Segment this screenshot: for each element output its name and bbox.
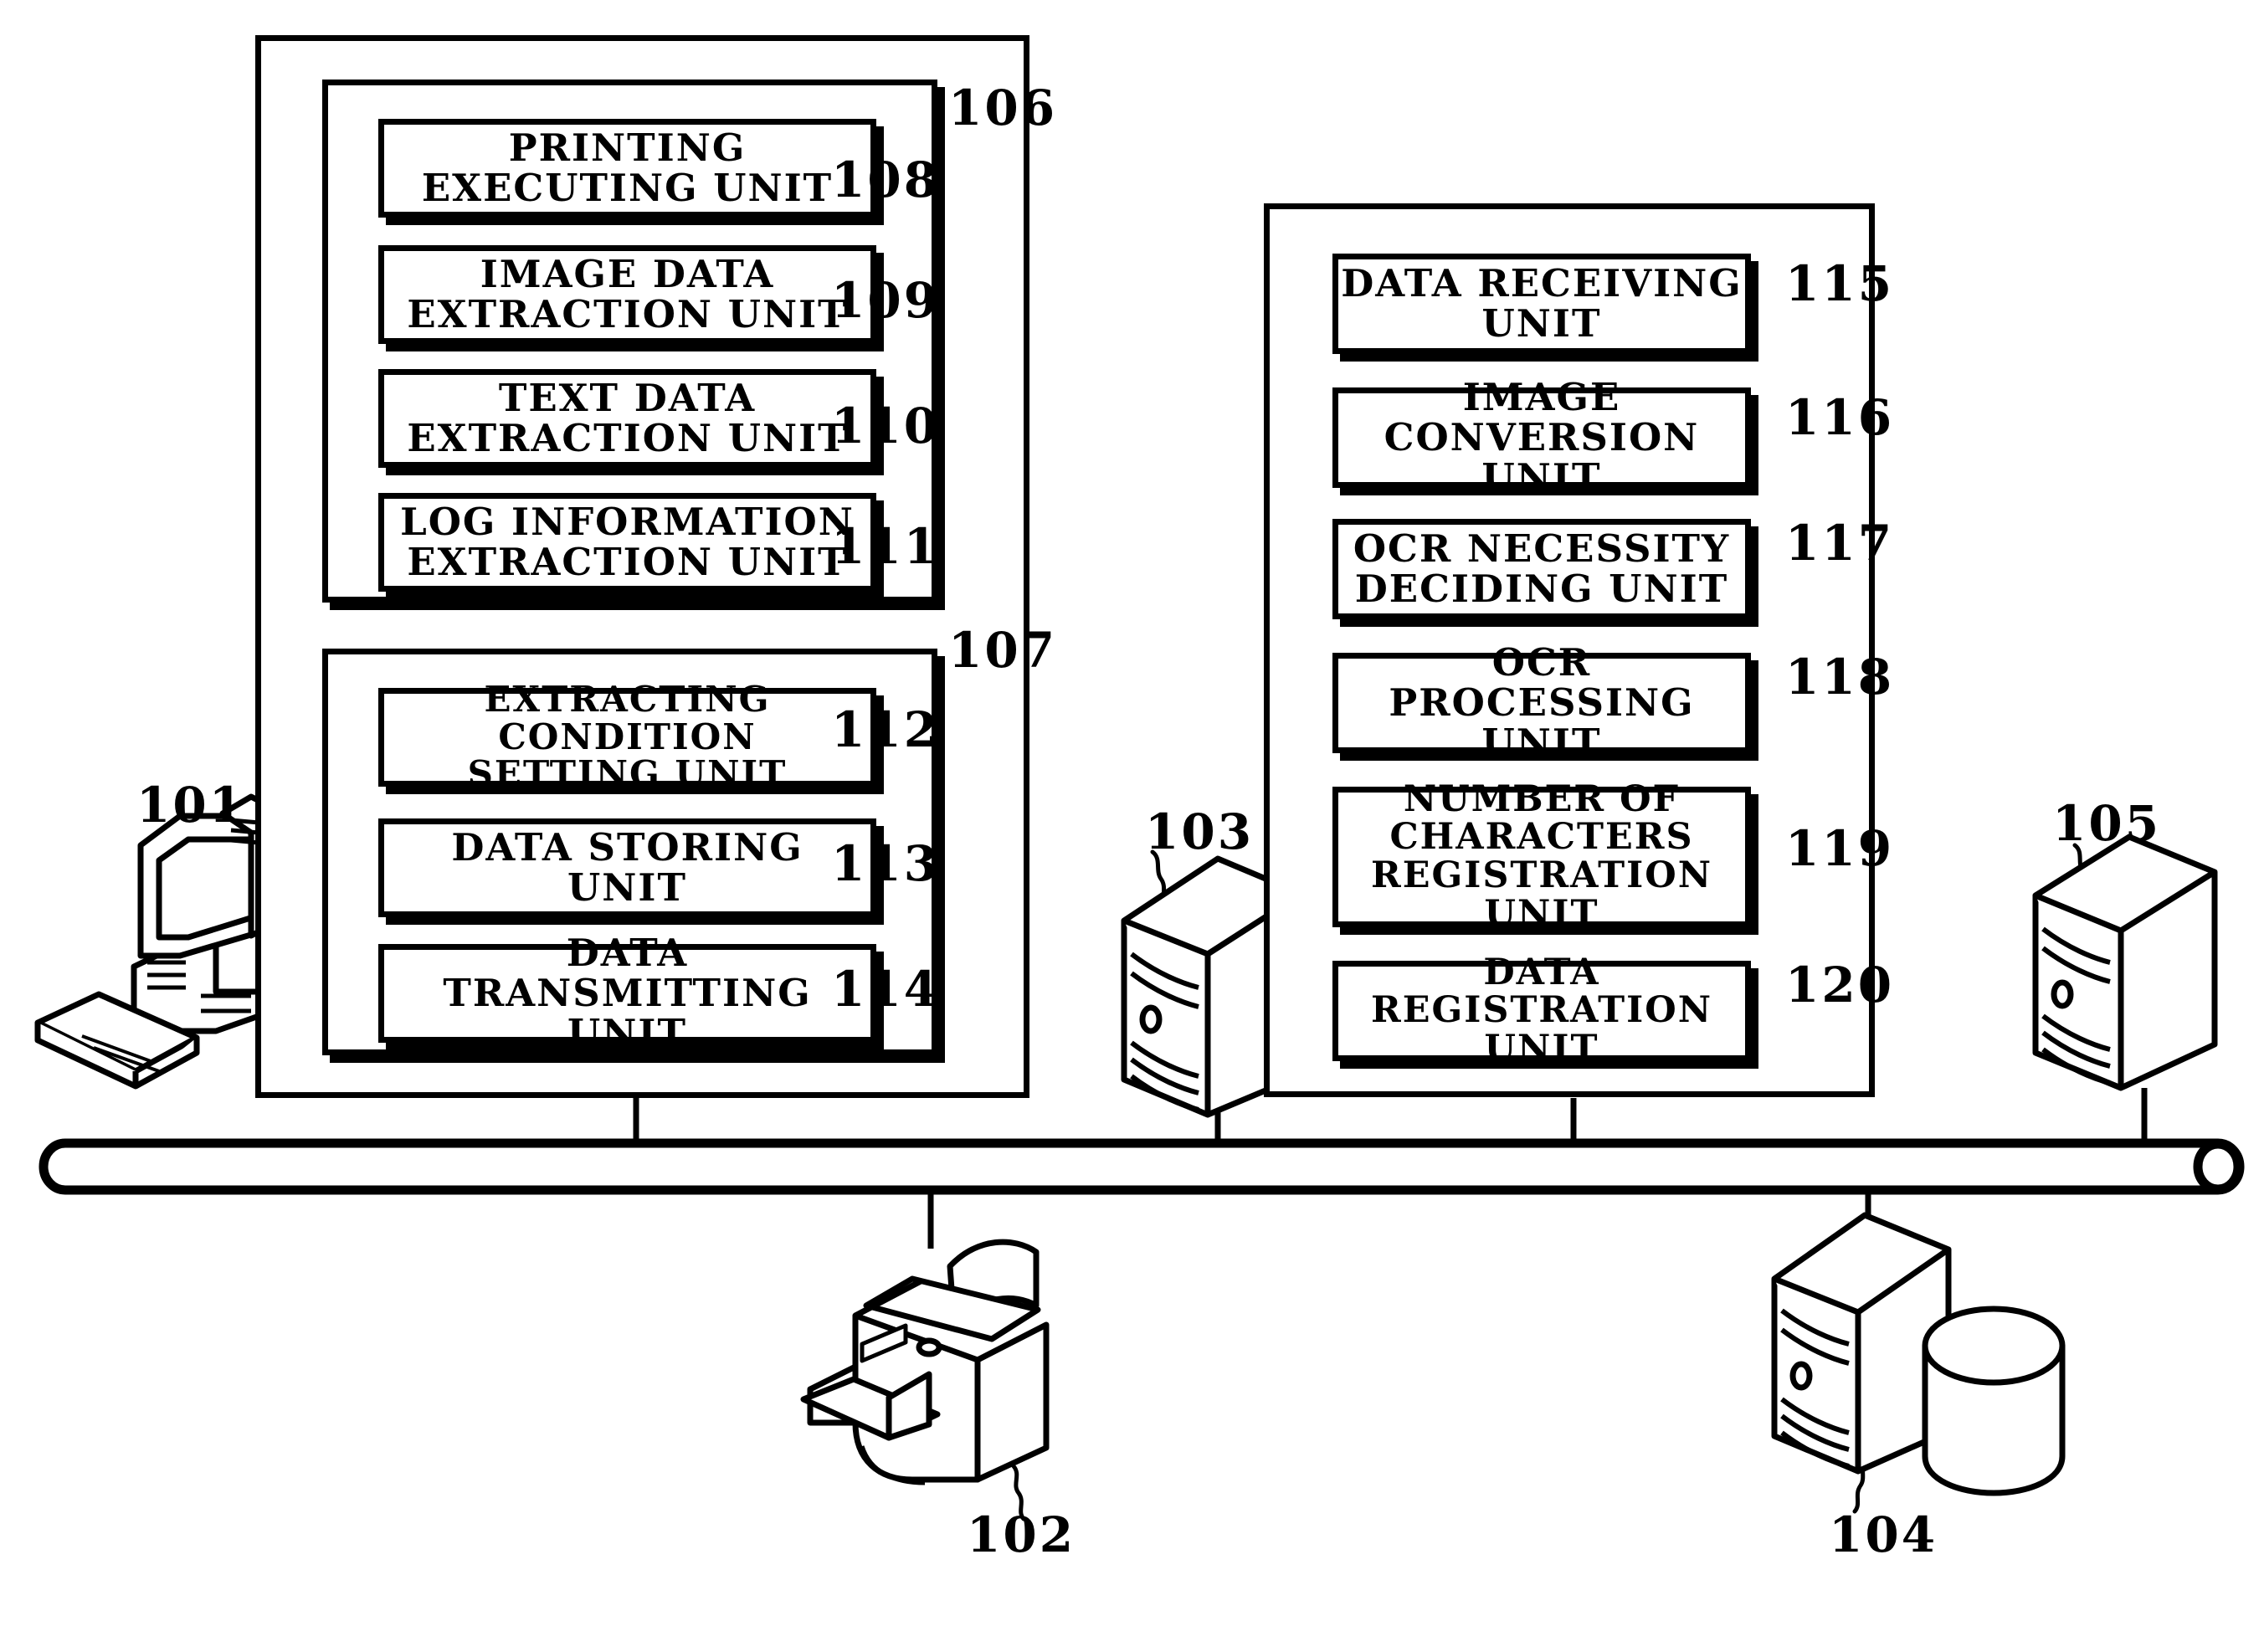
unit-box-119[interactable]: NUMBER OF CHARACTERS REGISTRATION UNIT (1332, 780, 1751, 932)
unit-box-118-label: OCR PROCESSING UNIT (1389, 640, 1695, 765)
server-tower-icon-105 (2032, 834, 2218, 1091)
unit-box-116-label: IMAGE CONVERSION UNIT (1384, 375, 1700, 500)
unit-box-112-label: EXTRACTING CONDITION SETTING UNIT (467, 679, 788, 795)
unit-box-115[interactable]: DATA RECEIVING UNIT (1332, 254, 1751, 354)
printer-icon (800, 1239, 1050, 1485)
device-ref-102: 102 (967, 1506, 1076, 1563)
unit-box-112[interactable]: EXTRACTING CONDITION SETTING UNIT (378, 681, 876, 793)
ref-num-110: 110 (831, 398, 941, 454)
unit-box-111-label: LOG INFORMATION EXTRACTION UNIT (400, 500, 855, 584)
ref-num-108: 108 (831, 151, 941, 208)
unit-box-114[interactable]: DATA TRANSMITTING UNIT (378, 933, 876, 1053)
ref-num-119: 119 (1785, 820, 1895, 877)
device-ref-105: 105 (2052, 795, 2162, 852)
unit-box-110-label: TEXT DATA EXTRACTION UNIT (407, 376, 848, 460)
unit-box-117[interactable]: OCR NECESSITY DECIDING UNIT (1332, 519, 1751, 619)
server-with-database-icon (1771, 1212, 2066, 1496)
unit-box-118[interactable]: OCR PROCESSING UNIT (1332, 643, 1751, 762)
unit-box-110[interactable]: TEXT DATA EXTRACTION UNIT (378, 369, 876, 468)
device-ref-101: 101 (136, 777, 246, 834)
ref-num-118: 118 (1785, 649, 1895, 705)
unit-box-117-label: OCR NECESSITY DECIDING UNIT (1353, 526, 1731, 611)
unit-box-120-label: DATA REGISTRATION UNIT (1370, 951, 1713, 1070)
unit-box-109[interactable]: IMAGE DATA EXTRACTION UNIT (378, 245, 876, 344)
device-ref-103: 103 (1145, 803, 1255, 860)
unit-box-116[interactable]: IMAGE CONVERSION UNIT (1332, 377, 1751, 497)
unit-box-119-label: NUMBER OF CHARACTERS REGISTRATION UNIT (1370, 777, 1713, 935)
unit-box-111[interactable]: LOG INFORMATION EXTRACTION UNIT (378, 493, 876, 592)
figure-canvas: PRINTING EXECUTING UNIT 108 IMAGE DATA E… (0, 0, 2264, 1652)
device-ref-104: 104 (1829, 1506, 1938, 1563)
ref-num-117: 117 (1785, 515, 1895, 572)
unit-box-108[interactable]: PRINTING EXECUTING UNIT (378, 119, 876, 218)
ref-num-106: 106 (948, 80, 1058, 136)
ref-num-111: 111 (831, 518, 941, 575)
network-bus (39, 1138, 2245, 1195)
ref-num-115: 115 (1785, 255, 1895, 312)
unit-box-120[interactable]: DATA REGISTRATION UNIT (1332, 953, 1751, 1068)
unit-box-108-label: PRINTING EXECUTING UNIT (421, 126, 834, 210)
unit-box-113-label: DATA STORING UNIT (451, 825, 803, 910)
ref-num-107: 107 (948, 622, 1058, 679)
unit-box-115-label: DATA RECEIVING UNIT (1341, 261, 1743, 346)
ref-num-116: 116 (1785, 389, 1895, 446)
ref-num-113: 113 (831, 835, 941, 892)
ref-num-109: 109 (831, 272, 941, 329)
ref-num-120: 120 (1785, 957, 1895, 1013)
unit-box-109-label: IMAGE DATA EXTRACTION UNIT (407, 252, 848, 336)
unit-box-113[interactable]: DATA STORING UNIT (378, 818, 876, 917)
ref-num-112: 112 (831, 701, 941, 758)
ref-num-114: 114 (831, 961, 941, 1018)
unit-box-114-label: DATA TRANSMITTING UNIT (443, 931, 812, 1055)
